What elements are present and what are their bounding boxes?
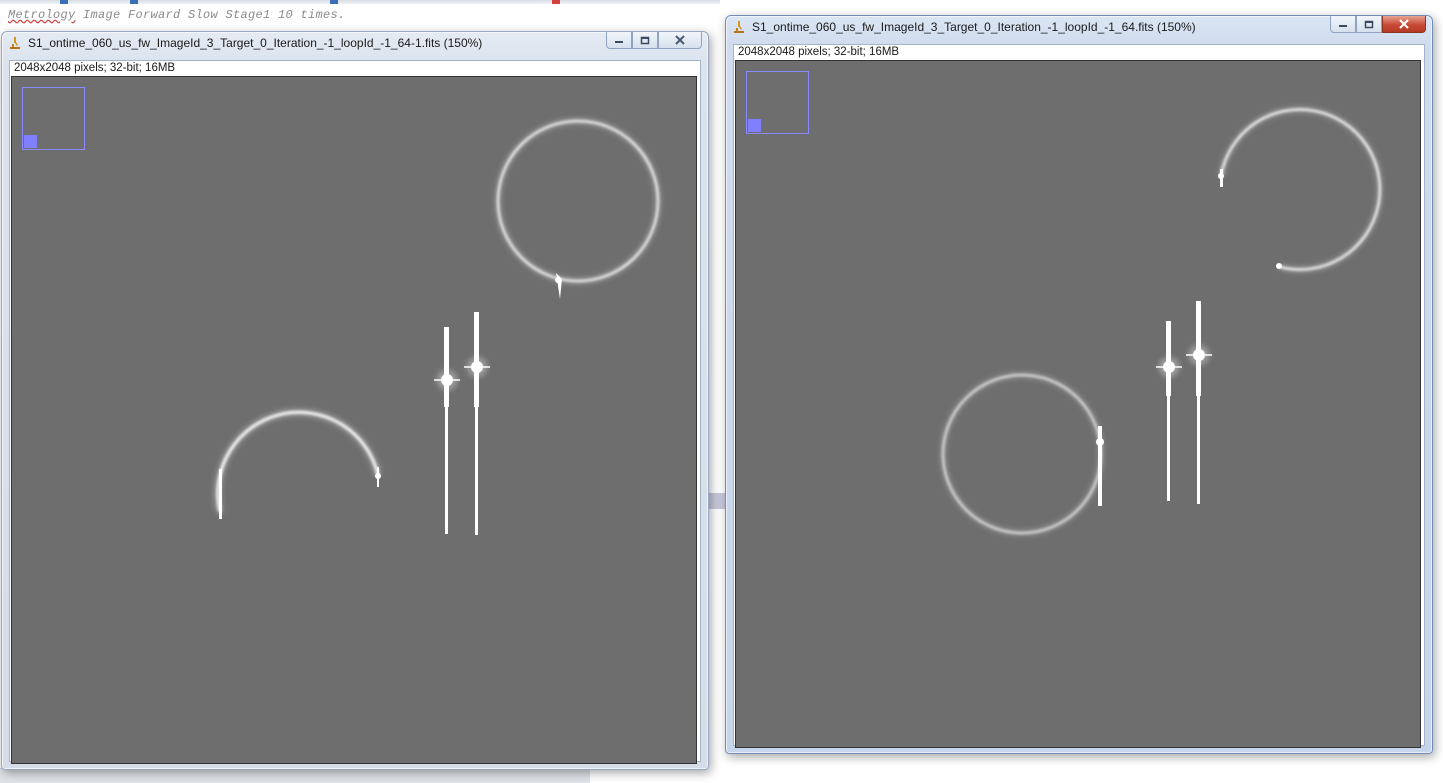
window-title: S1_ontime_060_us_fw_ImageId_3_Target_0_I… <box>28 36 483 50</box>
window-titlebar[interactable]: S1_ontime_060_us_fw_ImageId_3_Target_0_I… <box>726 16 1432 38</box>
zoom-navigator-viewport[interactable] <box>748 119 761 132</box>
maximize-icon <box>640 36 650 44</box>
close-button[interactable] <box>658 32 702 49</box>
zoom-navigator[interactable] <box>22 87 85 150</box>
image-info-line: 2048x2048 pixels; 32-bit; 16MB <box>14 62 176 74</box>
minimize-button[interactable] <box>1330 16 1356 33</box>
minimize-icon <box>1339 25 1347 27</box>
window-client-area: 2048x2048 pixels; 32-bit; 16MB <box>9 60 701 764</box>
image-canvas[interactable] <box>11 76 697 764</box>
background-toolbar-strip <box>0 0 720 4</box>
image-window-1[interactable]: S1_ontime_060_us_fw_ImageId_3_Target_0_I… <box>1 31 709 770</box>
background-taskbar-edge <box>0 768 590 783</box>
image-window-2[interactable]: S1_ontime_060_us_fw_ImageId_3_Target_0_I… <box>725 15 1433 754</box>
minimize-button[interactable] <box>606 32 632 49</box>
background-console-line: Metrology Image Forward Slow Stage1 10 t… <box>8 8 346 22</box>
window-client-area: 2048x2048 pixels; 32-bit; 16MB <box>733 44 1425 748</box>
close-icon <box>1399 19 1409 29</box>
image-info-line: 2048x2048 pixels; 32-bit; 16MB <box>738 46 900 58</box>
fits-image[interactable] <box>736 61 1420 747</box>
maximize-icon <box>1364 20 1374 28</box>
misspelled-word: Metrology <box>8 8 76 22</box>
window-title: S1_ontime_060_us_fw_ImageId_3_Target_0_I… <box>752 20 1196 34</box>
imagej-microscope-icon <box>10 37 20 49</box>
console-line-rest: Image Forward Slow Stage1 10 times. <box>75 8 346 22</box>
close-icon <box>675 35 685 45</box>
imagej-microscope-icon <box>734 21 744 33</box>
image-canvas[interactable] <box>735 60 1421 748</box>
window-titlebar[interactable]: S1_ontime_060_us_fw_ImageId_3_Target_0_I… <box>2 32 708 54</box>
zoom-navigator-viewport[interactable] <box>24 135 37 148</box>
maximize-button[interactable] <box>1356 16 1382 33</box>
close-button[interactable] <box>1382 16 1426 33</box>
maximize-button[interactable] <box>632 32 658 49</box>
zoom-navigator[interactable] <box>746 71 809 134</box>
fits-image[interactable] <box>12 77 696 763</box>
minimize-icon <box>615 41 623 43</box>
